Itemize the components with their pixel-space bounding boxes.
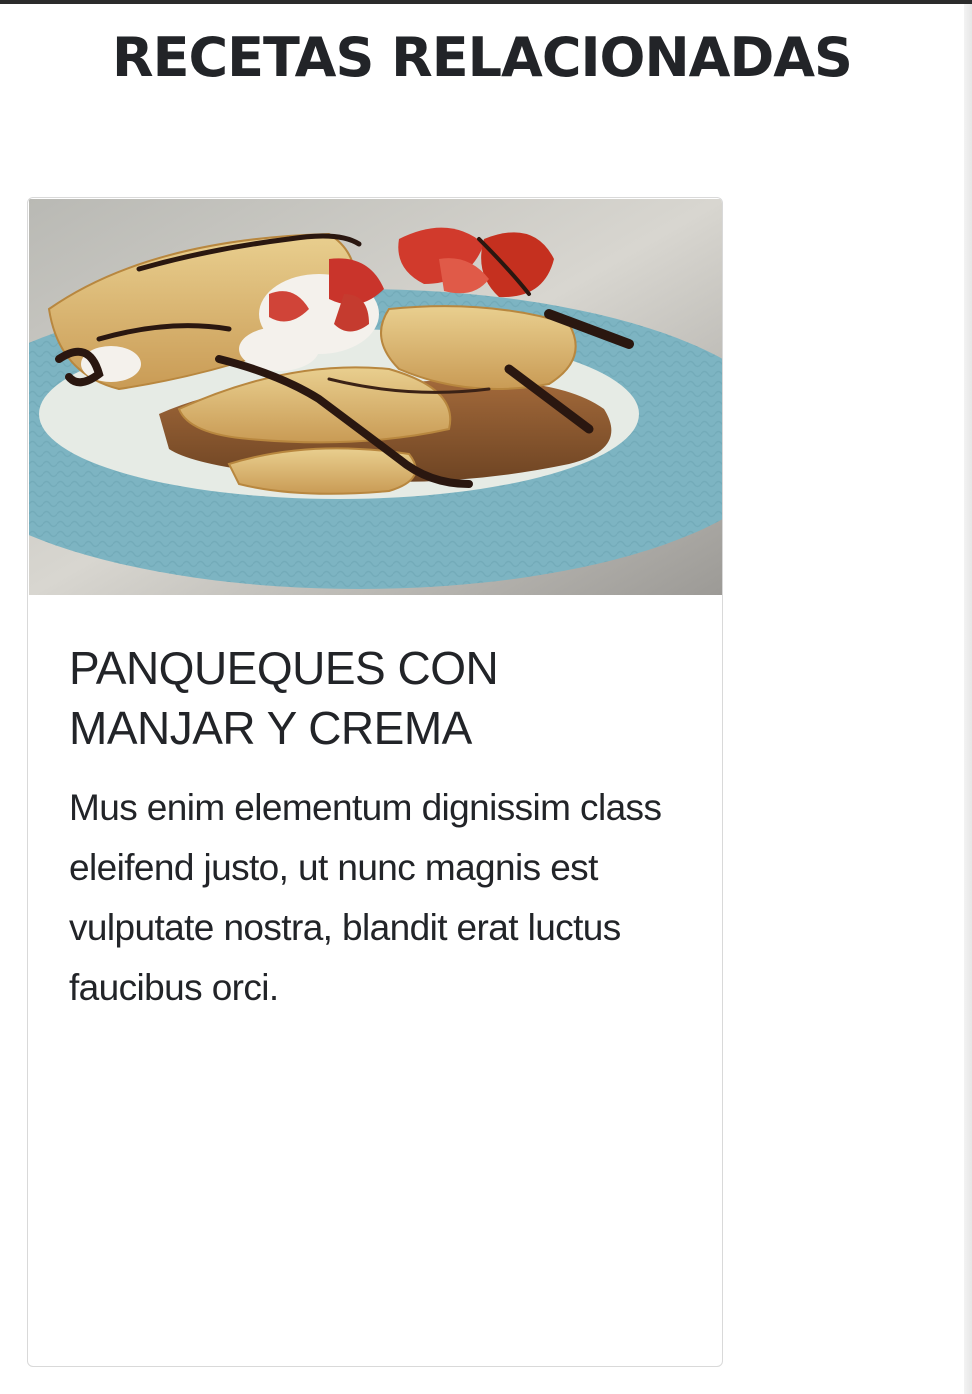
recipe-title[interactable]: PANQUEQUES CON MANJAR Y CREMA bbox=[69, 638, 669, 758]
page: RECETAS RELACIONADAS PANQUEQUES CON MANJ… bbox=[0, 0, 972, 1394]
recipe-description: Mus enim elementum dignissim class eleif… bbox=[69, 787, 662, 1008]
scrollbar-track[interactable] bbox=[964, 4, 972, 1394]
recipe-card[interactable]: PANQUEQUES CON MANJAR Y CREMA Mus enim e… bbox=[27, 197, 723, 1367]
section-title: RECETAS RELACIONADAS bbox=[112, 26, 853, 89]
top-divider bbox=[0, 0, 972, 4]
recipe-image[interactable] bbox=[29, 199, 723, 595]
